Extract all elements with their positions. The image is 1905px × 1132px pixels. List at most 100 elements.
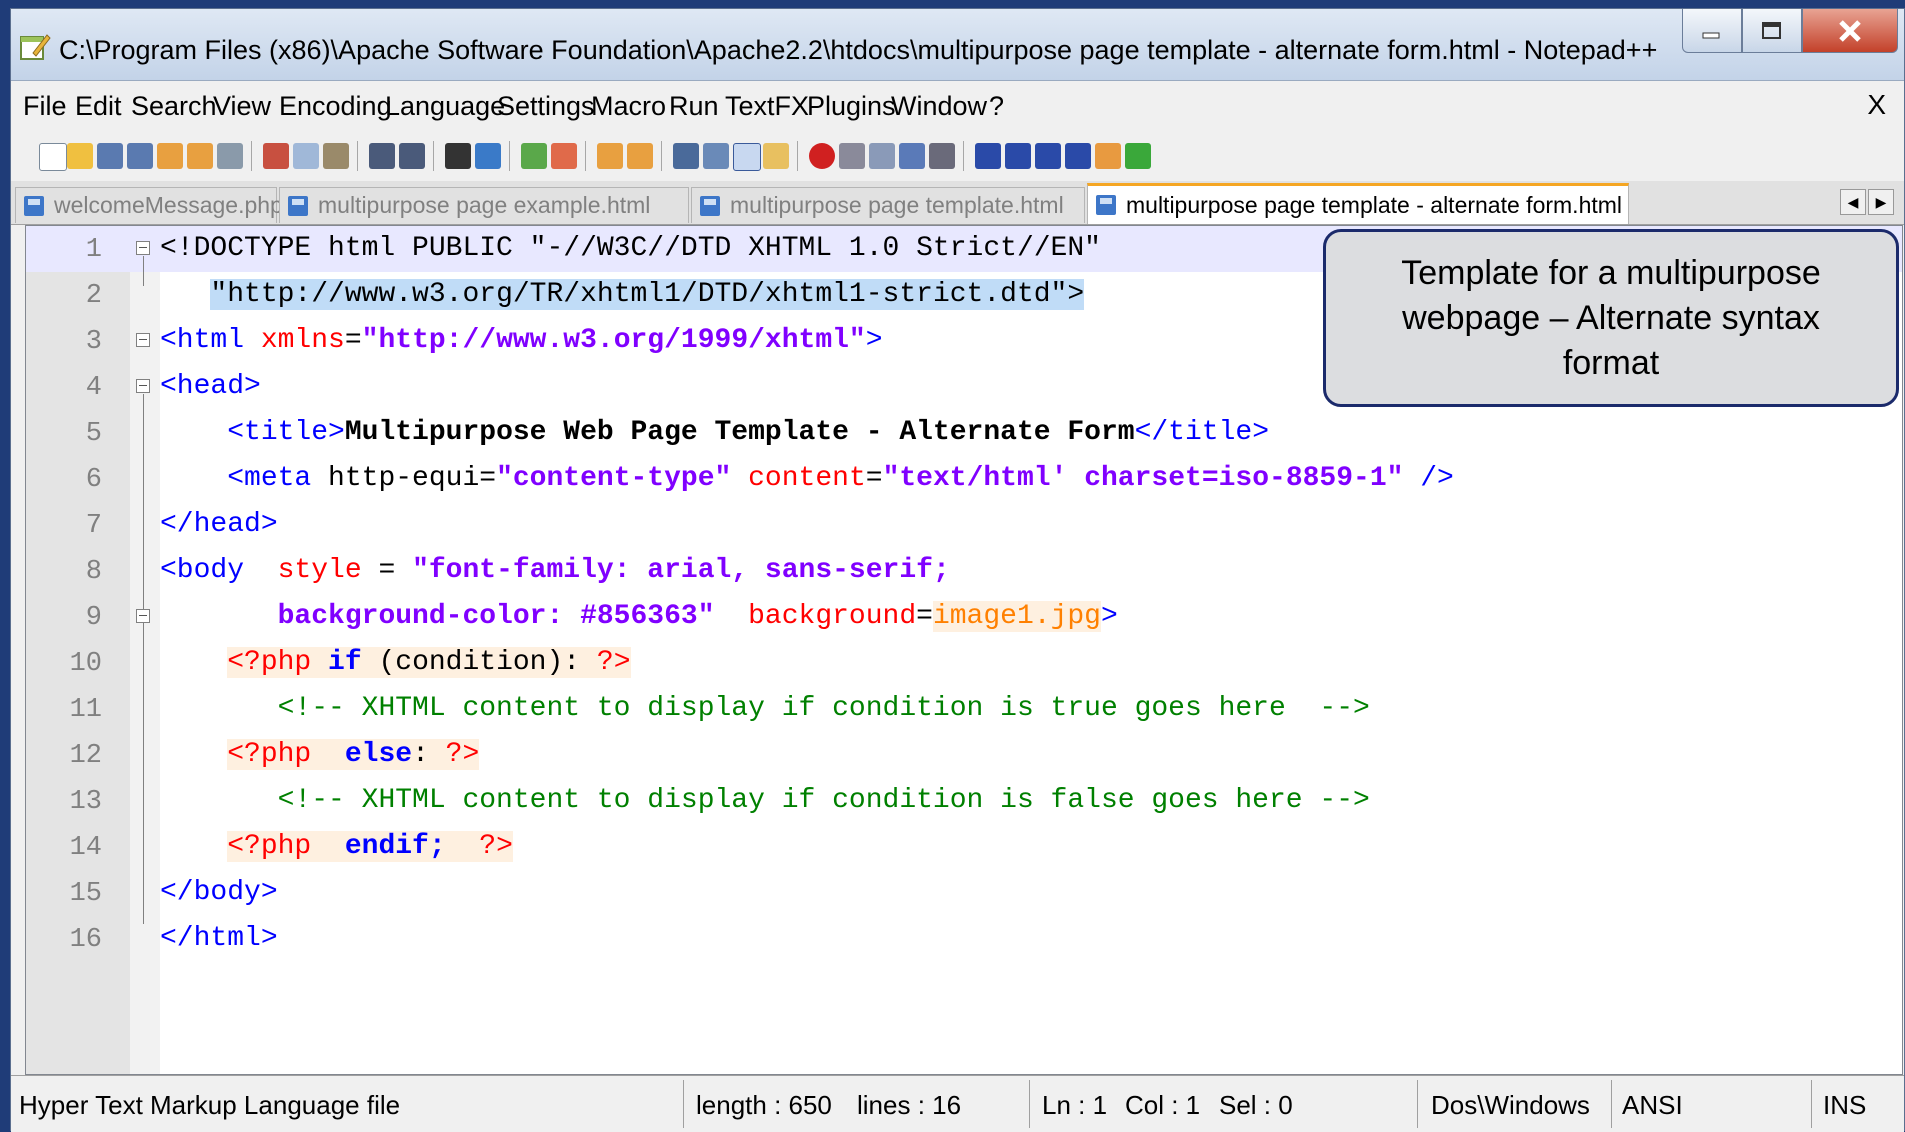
code-text: background-color: #856363" background=im… [277, 601, 1118, 632]
toolbar-separator [357, 141, 358, 171]
tab-multipurpose-example[interactable]: multipurpose page example.html [279, 187, 689, 223]
toolbar-separator [963, 141, 964, 171]
user-lang-icon[interactable] [763, 143, 789, 169]
save-macro-icon[interactable] [929, 143, 955, 169]
line-number: 8 [85, 557, 102, 587]
status-lines: lines : 16 [857, 1090, 962, 1120]
menu-view[interactable]: View [213, 91, 271, 122]
status-length: length : 650 [696, 1090, 832, 1120]
new-file-icon[interactable] [39, 143, 67, 171]
menu-run[interactable]: Run [669, 91, 719, 122]
menu-help[interactable]: ? [989, 91, 1004, 122]
menu-search[interactable]: Search [131, 91, 217, 122]
plugin-icon[interactable] [1095, 143, 1121, 169]
sync-v-icon[interactable] [597, 143, 623, 169]
close-icon[interactable] [157, 143, 183, 169]
zoom-in-icon[interactable] [521, 143, 547, 169]
redo-icon[interactable] [399, 143, 425, 169]
line-number: 15 [69, 879, 102, 909]
tab-scroll-left-button[interactable]: ◀ [1840, 189, 1866, 215]
menu-textfx[interactable]: TextFX [725, 91, 809, 122]
toolbar-separator [585, 141, 586, 171]
code-text: <!-- XHTML content to display if conditi… [277, 785, 1370, 816]
close-document-button[interactable]: X [1867, 89, 1886, 121]
word-wrap-icon[interactable] [673, 143, 699, 169]
copy-icon[interactable] [293, 143, 319, 169]
menu-bar: File Edit Search View Encoding Language … [11, 81, 1904, 131]
chevron-left-icon: ◀ [1847, 193, 1859, 210]
tab-welcome-message[interactable]: welcomeMessage.php [15, 187, 283, 223]
code-text: <!-- XHTML content to display if conditi… [277, 693, 1370, 724]
indent-guide-icon[interactable] [733, 143, 761, 171]
find-icon[interactable] [445, 143, 471, 169]
menu-plugins[interactable]: Plugins [807, 91, 896, 122]
undo-icon[interactable] [369, 143, 395, 169]
close-window-button[interactable] [1802, 9, 1898, 53]
print-icon[interactable] [217, 143, 243, 169]
save-all-icon[interactable] [127, 143, 153, 169]
menu-file[interactable]: File [23, 91, 67, 122]
status-column: Col : 1 [1125, 1090, 1201, 1120]
maximize-button[interactable] [1742, 9, 1802, 53]
play-macro-icon[interactable] [869, 143, 895, 169]
code-text: <html xmlns="http://www.w3.org/1999/xhtm… [160, 325, 883, 356]
cut-icon[interactable] [263, 143, 289, 169]
status-separator [1811, 1080, 1812, 1128]
file-icon [1096, 195, 1116, 215]
zoom-out-icon[interactable] [551, 143, 577, 169]
close-all-icon[interactable] [187, 143, 213, 169]
tab-bar: welcomeMessage.php multipurpose page exa… [11, 181, 1904, 225]
menu-edit[interactable]: Edit [75, 91, 122, 122]
notepadpp-window: C:\Program Files (x86)\Apache Software F… [10, 8, 1905, 1132]
code-line: 16 </html> [26, 916, 1902, 962]
code-text: <?php endif; ?> [227, 831, 513, 862]
code-text: <head> [160, 371, 261, 402]
spellcheck-icon[interactable] [1125, 143, 1151, 169]
status-separator [683, 1080, 684, 1128]
fold-toggle-icon[interactable] [136, 333, 150, 347]
status-file-type: Hyper Text Markup Language file [19, 1090, 401, 1120]
tab-scroll-buttons: ◀ ▶ [1840, 189, 1894, 215]
line-number: 5 [85, 419, 102, 449]
tab-label: welcomeMessage.php [54, 192, 283, 218]
status-separator [1029, 1080, 1030, 1128]
code-line: 9 background-color: #856363" background=… [26, 594, 1902, 640]
fold-toggle-icon[interactable] [136, 609, 150, 623]
menu-language[interactable]: Language [385, 91, 505, 122]
maximize-icon [1762, 21, 1781, 39]
menu-window[interactable]: Window [891, 91, 987, 122]
code-line: 14 <?php endif; ?> [26, 824, 1902, 870]
run-macro-multiple-icon[interactable] [899, 143, 925, 169]
code-text: <title>Multipurpose Web Page Template - … [227, 417, 1269, 448]
minimize-button[interactable] [1682, 9, 1742, 53]
code-line: 6 <meta http-equi="content-type" content… [26, 456, 1902, 502]
fold-toggle-icon[interactable] [136, 241, 150, 255]
code-text: <?php else: ?> [227, 739, 480, 770]
window-title: C:\Program Files (x86)\Apache Software F… [59, 35, 1658, 65]
fold-toggle-icon[interactable] [136, 379, 150, 393]
menu-encoding[interactable]: Encoding [279, 91, 392, 122]
code-line: 15 </body> [26, 870, 1902, 916]
up-icon[interactable] [1005, 143, 1031, 169]
sync-h-icon[interactable] [627, 143, 653, 169]
down-icon[interactable] [1035, 143, 1061, 169]
tab-alternate-form[interactable]: multipurpose page template - alternate f… [1087, 183, 1629, 224]
tab-multipurpose-template[interactable]: multipurpose page template.html [691, 187, 1085, 223]
file-icon [700, 195, 720, 216]
sum-icon[interactable] [975, 143, 1001, 169]
replace-icon[interactable] [475, 143, 501, 169]
menu-macro[interactable]: Macro [591, 91, 666, 122]
stop-macro-icon[interactable] [839, 143, 865, 169]
save-icon[interactable] [97, 143, 123, 169]
tab-scroll-right-button[interactable]: ▶ [1868, 189, 1894, 215]
status-eol: Dos\Windows [1431, 1090, 1590, 1120]
paste-icon[interactable] [323, 143, 349, 169]
status-separator [1611, 1080, 1612, 1128]
code-text: </html> [160, 923, 278, 954]
show-all-chars-icon[interactable] [703, 143, 729, 169]
record-macro-icon[interactable] [809, 143, 835, 169]
sigma-icon[interactable] [1065, 143, 1091, 169]
menu-settings[interactable]: Settings [497, 91, 595, 122]
open-file-icon[interactable] [67, 143, 93, 169]
status-insert-mode: INS [1823, 1090, 1867, 1120]
